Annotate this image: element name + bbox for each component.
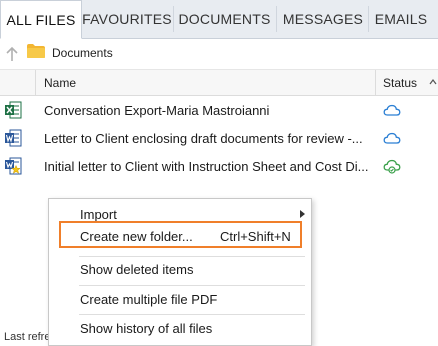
tab-all-files[interactable]: ALL FILES	[0, 0, 82, 39]
table-row[interactable]: Initial letter to Client with Instructio…	[0, 152, 438, 180]
file-name[interactable]: Letter to Client enclosing draft documen…	[44, 131, 374, 146]
menu-item-label: Create new folder...	[80, 229, 193, 244]
column-header-name[interactable]: Name	[44, 76, 76, 90]
submenu-arrow-icon	[300, 210, 305, 218]
menu-item-create-new-folder[interactable]: Create new folder... Ctrl+Shift+N	[49, 223, 311, 249]
menu-item-show-deleted[interactable]: Show deleted items	[49, 256, 311, 282]
excel-file-icon	[5, 101, 22, 119]
column-divider[interactable]	[35, 70, 36, 95]
breadcrumb: Documents	[0, 39, 438, 70]
tab-bar: ALL FILES FAVOURITES DOCUMENTS MESSAGES …	[0, 0, 438, 39]
menu-item-label: Import	[80, 207, 117, 222]
tab-documents[interactable]: DOCUMENTS	[177, 0, 272, 38]
tab-emails[interactable]: EMAILS	[370, 0, 432, 38]
column-divider[interactable]	[375, 70, 376, 95]
menu-item-show-history[interactable]: Show history of all files	[49, 315, 311, 341]
menu-item-multiple-pdf[interactable]: Create multiple file PDF	[49, 286, 311, 312]
cloud-icon	[383, 132, 401, 144]
tab-messages[interactable]: MESSAGES	[280, 0, 366, 38]
cloud-sync-icon	[383, 159, 401, 174]
breadcrumb-folder-label[interactable]: Documents	[52, 46, 113, 60]
table-row[interactable]: Letter to Client enclosing draft documen…	[0, 124, 438, 152]
table-header: Name Status	[0, 70, 438, 96]
table-row[interactable]: Conversation Export-Maria Mastroianni	[0, 96, 438, 124]
menu-item-label: Create multiple file PDF	[80, 292, 218, 307]
folder-icon	[27, 44, 45, 58]
up-arrow-icon[interactable]	[5, 46, 19, 62]
tab-separator	[368, 6, 369, 32]
tab-separator	[276, 6, 277, 32]
word-file-icon	[5, 129, 22, 147]
file-name[interactable]: Conversation Export-Maria Mastroianni	[44, 103, 374, 118]
file-name[interactable]: Initial letter to Client with Instructio…	[44, 159, 374, 174]
menu-item-shortcut: Ctrl+Shift+N	[220, 229, 291, 244]
sort-caret-icon[interactable]	[429, 78, 437, 86]
word-file-starred-icon	[5, 157, 22, 175]
menu-item-label: Show deleted items	[80, 262, 194, 277]
tab-favourites[interactable]: FAVOURITES	[82, 0, 172, 38]
context-menu: Import Create new folder... Ctrl+Shift+N…	[48, 198, 312, 346]
column-header-status[interactable]: Status	[383, 76, 417, 90]
menu-item-label: Show history of all files	[80, 321, 213, 336]
tab-separator	[173, 6, 174, 32]
cloud-icon	[383, 104, 401, 116]
